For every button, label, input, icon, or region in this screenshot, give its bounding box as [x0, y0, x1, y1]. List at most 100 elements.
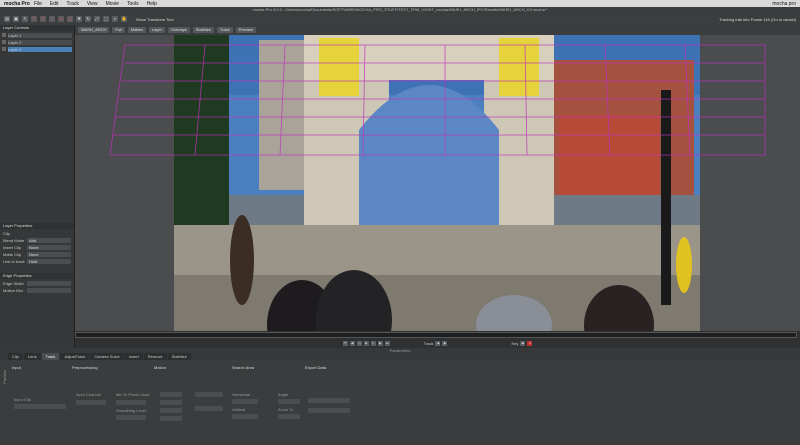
autokey-icon[interactable]: A	[527, 341, 533, 346]
link-to-track-select[interactable]: Hold	[27, 258, 71, 264]
angle-field[interactable]	[278, 399, 300, 404]
open-icon[interactable]: ▤	[4, 16, 10, 22]
track-forward-icon[interactable]: ▶	[442, 341, 448, 346]
rect-tool-icon[interactable]: ▭	[58, 16, 64, 22]
next-key-icon[interactable]: ▶	[377, 341, 383, 346]
motion-option-1[interactable]	[160, 392, 182, 397]
motion-option-4[interactable]	[160, 416, 182, 421]
menu-track[interactable]: Track	[63, 1, 83, 7]
layer-row[interactable]: Layer 2	[2, 39, 72, 45]
export-button-1[interactable]	[308, 398, 350, 403]
transform-icon[interactable]: ⬚	[103, 16, 109, 22]
show-transform-label: Show Transform Tool	[136, 16, 174, 22]
menu-view[interactable]: View	[83, 1, 102, 7]
clip-select[interactable]: WASH_ARCH	[78, 27, 110, 33]
xspline-tool-icon[interactable]: ✎	[31, 16, 37, 22]
export-button-2[interactable]	[308, 408, 350, 413]
tab-insert[interactable]: Insert	[124, 353, 143, 360]
rotate-icon[interactable]: ↻	[85, 16, 91, 22]
stop-icon[interactable]: ■	[363, 341, 369, 346]
motion-option-3[interactable]	[160, 408, 182, 413]
input-channel-select[interactable]	[76, 400, 106, 405]
prev-key-icon[interactable]: ◀	[349, 341, 355, 346]
vertical-field[interactable]	[232, 414, 258, 419]
mattes-toggle[interactable]: Mattes	[127, 27, 146, 33]
matte-clip-select[interactable]: None	[27, 251, 71, 257]
tab-remove[interactable]: Remove	[143, 353, 167, 360]
layer-row[interactable]: Layer 1	[2, 32, 72, 38]
layer-name: Layer 1	[8, 32, 72, 38]
tracking-status: Tracking trak into Frame 116 (Go to canc…	[719, 16, 796, 22]
motion-blur-field[interactable]	[27, 287, 71, 293]
tab-camera-solve[interactable]: Camera Solve	[90, 353, 124, 360]
zoom-icon[interactable]: ⌕	[112, 16, 118, 22]
add-point-icon[interactable]: +	[49, 16, 55, 22]
horizontal-field[interactable]	[232, 399, 258, 404]
timeline-scrubber[interactable]	[75, 332, 797, 338]
track-surface-grid[interactable]	[75, 35, 800, 331]
left-panel: Layer Controls Layer 1 Layer 2 Layer 3 L…	[0, 25, 75, 348]
layer-name: Layer 3	[8, 46, 72, 52]
preview-toggle[interactable]: Preview	[235, 27, 256, 33]
edge-width-field[interactable]	[27, 280, 71, 286]
menu-tools[interactable]: Tools	[123, 1, 143, 7]
params-side-tab[interactable]: Params	[2, 370, 7, 384]
menu-file[interactable]: File	[30, 1, 46, 7]
viewer-toolbar: WASH_ARCH Full Mattes Layer Overlays Sta…	[75, 25, 800, 35]
tab-clip[interactable]: Clip	[8, 353, 23, 360]
menu-movie[interactable]: Movie	[102, 1, 123, 7]
scale-icon[interactable]: ⤢	[94, 16, 100, 22]
input-clip-select[interactable]	[14, 404, 66, 409]
zoom-label: Zoom %	[278, 407, 293, 412]
visibility-icon[interactable]	[2, 47, 6, 51]
bspline-tool-icon[interactable]: ✎	[40, 16, 46, 22]
save-icon[interactable]: ▣	[13, 16, 19, 22]
parameters-tabbar: Parameters Clip Lens Track AdjustTrack C…	[0, 348, 800, 360]
move-icon[interactable]: ✥	[76, 16, 82, 22]
motion-option-2[interactable]	[160, 400, 182, 405]
tab-track[interactable]: Track	[41, 353, 60, 360]
visibility-icon[interactable]	[2, 33, 6, 37]
track-label: Track	[423, 341, 434, 346]
vertical-label: Vertical	[232, 407, 246, 412]
zoom-field[interactable]	[278, 414, 300, 419]
track-backward-icon[interactable]: ◀	[435, 341, 441, 346]
insert-clip-label: Insert Clip	[3, 244, 22, 250]
tab-adjusttrack[interactable]: AdjustTrack	[60, 353, 90, 360]
min-pixels-field[interactable]	[116, 400, 146, 405]
insert-clip-select[interactable]: None	[27, 244, 71, 250]
motion-option-5[interactable]	[195, 392, 223, 397]
smoothing-level-label: Smoothing Level	[116, 408, 146, 413]
go-end-icon[interactable]: ⏭	[384, 341, 390, 346]
visibility-icon[interactable]	[2, 40, 6, 44]
layer-name: Layer 2	[8, 39, 72, 45]
menu-help[interactable]: Help	[143, 1, 161, 7]
blend-mode-select[interactable]: Add	[27, 237, 71, 243]
overlays-toggle[interactable]: Overlays	[167, 27, 190, 33]
play-back-icon[interactable]: ◁	[356, 341, 362, 346]
edge-properties-header: Edge Properties	[0, 273, 74, 279]
layer-row-selected[interactable]: Layer 3	[2, 46, 72, 52]
add-key-icon[interactable]: ◆	[520, 341, 526, 346]
pan-icon[interactable]: ✋	[121, 16, 127, 22]
circle-tool-icon[interactable]: ◯	[67, 16, 73, 22]
motion-option-6[interactable]	[195, 406, 223, 411]
link-to-track-label: Link to track	[3, 258, 25, 264]
stabilize-toggle[interactable]: Stabilize	[192, 27, 214, 33]
track-parameters-panel: Params Input Preprocessing Motion Search…	[0, 360, 800, 445]
go-start-icon[interactable]: ⏮	[342, 341, 348, 346]
menu-edit[interactable]: Edit	[46, 1, 63, 7]
app-name[interactable]: mocha Pro	[0, 1, 30, 7]
track-toggle[interactable]: Track	[216, 27, 233, 33]
view-select[interactable]: Full	[112, 27, 125, 33]
tab-lens[interactable]: Lens	[23, 353, 41, 360]
smoothing-level-field[interactable]	[116, 415, 146, 420]
select-icon[interactable]: ↖	[22, 16, 28, 22]
timeline: ⏮ ◀ ◁ ■ ▷ ▶ ⏭ Track ◀ ▶ Key ◆ A	[75, 331, 800, 348]
viewer[interactable]	[75, 35, 800, 331]
tab-stabilize[interactable]: Stabilize	[167, 353, 191, 360]
layer-toggle[interactable]: Layer	[148, 27, 165, 33]
play-icon[interactable]: ▷	[370, 341, 376, 346]
blend-mode-label: Blend Mode	[3, 237, 25, 243]
min-pixels-label: Min % Pixels Used	[116, 392, 150, 397]
